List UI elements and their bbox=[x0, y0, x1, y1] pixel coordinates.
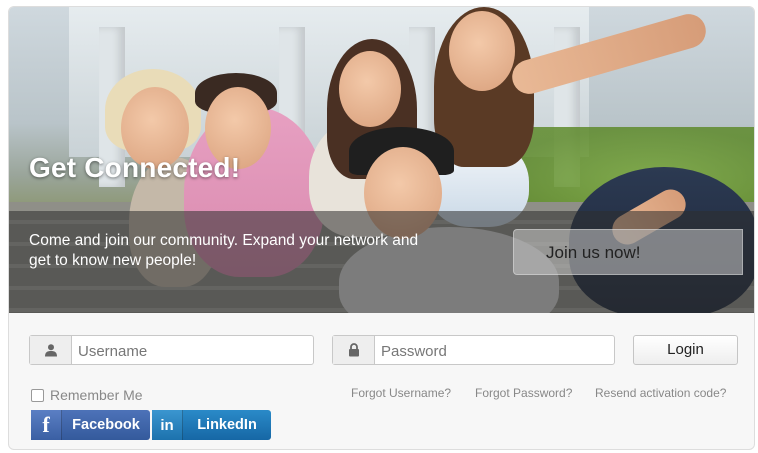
lock-icon bbox=[333, 336, 375, 364]
facebook-label: Facebook bbox=[72, 417, 140, 433]
password-input[interactable] bbox=[375, 336, 614, 366]
remember-me-label: Remember Me bbox=[50, 387, 143, 403]
login-form: Login Remember Me Forgot Username? Forgo… bbox=[9, 313, 754, 449]
hero-subtitle: Come and join our community. Expand your… bbox=[29, 232, 419, 269]
linkedin-label: LinkedIn bbox=[197, 417, 257, 433]
join-now-button[interactable]: Join us now! bbox=[513, 229, 743, 275]
login-module: Get Connected! Come and join our communi… bbox=[8, 6, 755, 450]
user-icon bbox=[30, 336, 72, 364]
password-field[interactable] bbox=[332, 335, 615, 366]
login-button[interactable]: Login bbox=[633, 335, 738, 365]
forgot-password-link[interactable]: Forgot Password? bbox=[475, 386, 572, 400]
remember-me-checkbox[interactable] bbox=[31, 388, 44, 402]
remember-me[interactable]: Remember Me bbox=[31, 387, 143, 403]
hero-banner: Get Connected! Come and join our communi… bbox=[9, 7, 754, 313]
username-input[interactable] bbox=[72, 336, 313, 366]
facebook-icon: f bbox=[31, 410, 62, 440]
linkedin-login-button[interactable]: in LinkedIn bbox=[152, 410, 271, 440]
resend-activation-link[interactable]: Resend activation code? bbox=[595, 386, 726, 400]
forgot-username-link[interactable]: Forgot Username? bbox=[351, 386, 451, 400]
username-field[interactable] bbox=[29, 335, 314, 366]
facebook-login-button[interactable]: f Facebook bbox=[31, 410, 150, 440]
linkedin-icon: in bbox=[152, 410, 183, 440]
hero-title: Get Connected! bbox=[29, 152, 241, 183]
